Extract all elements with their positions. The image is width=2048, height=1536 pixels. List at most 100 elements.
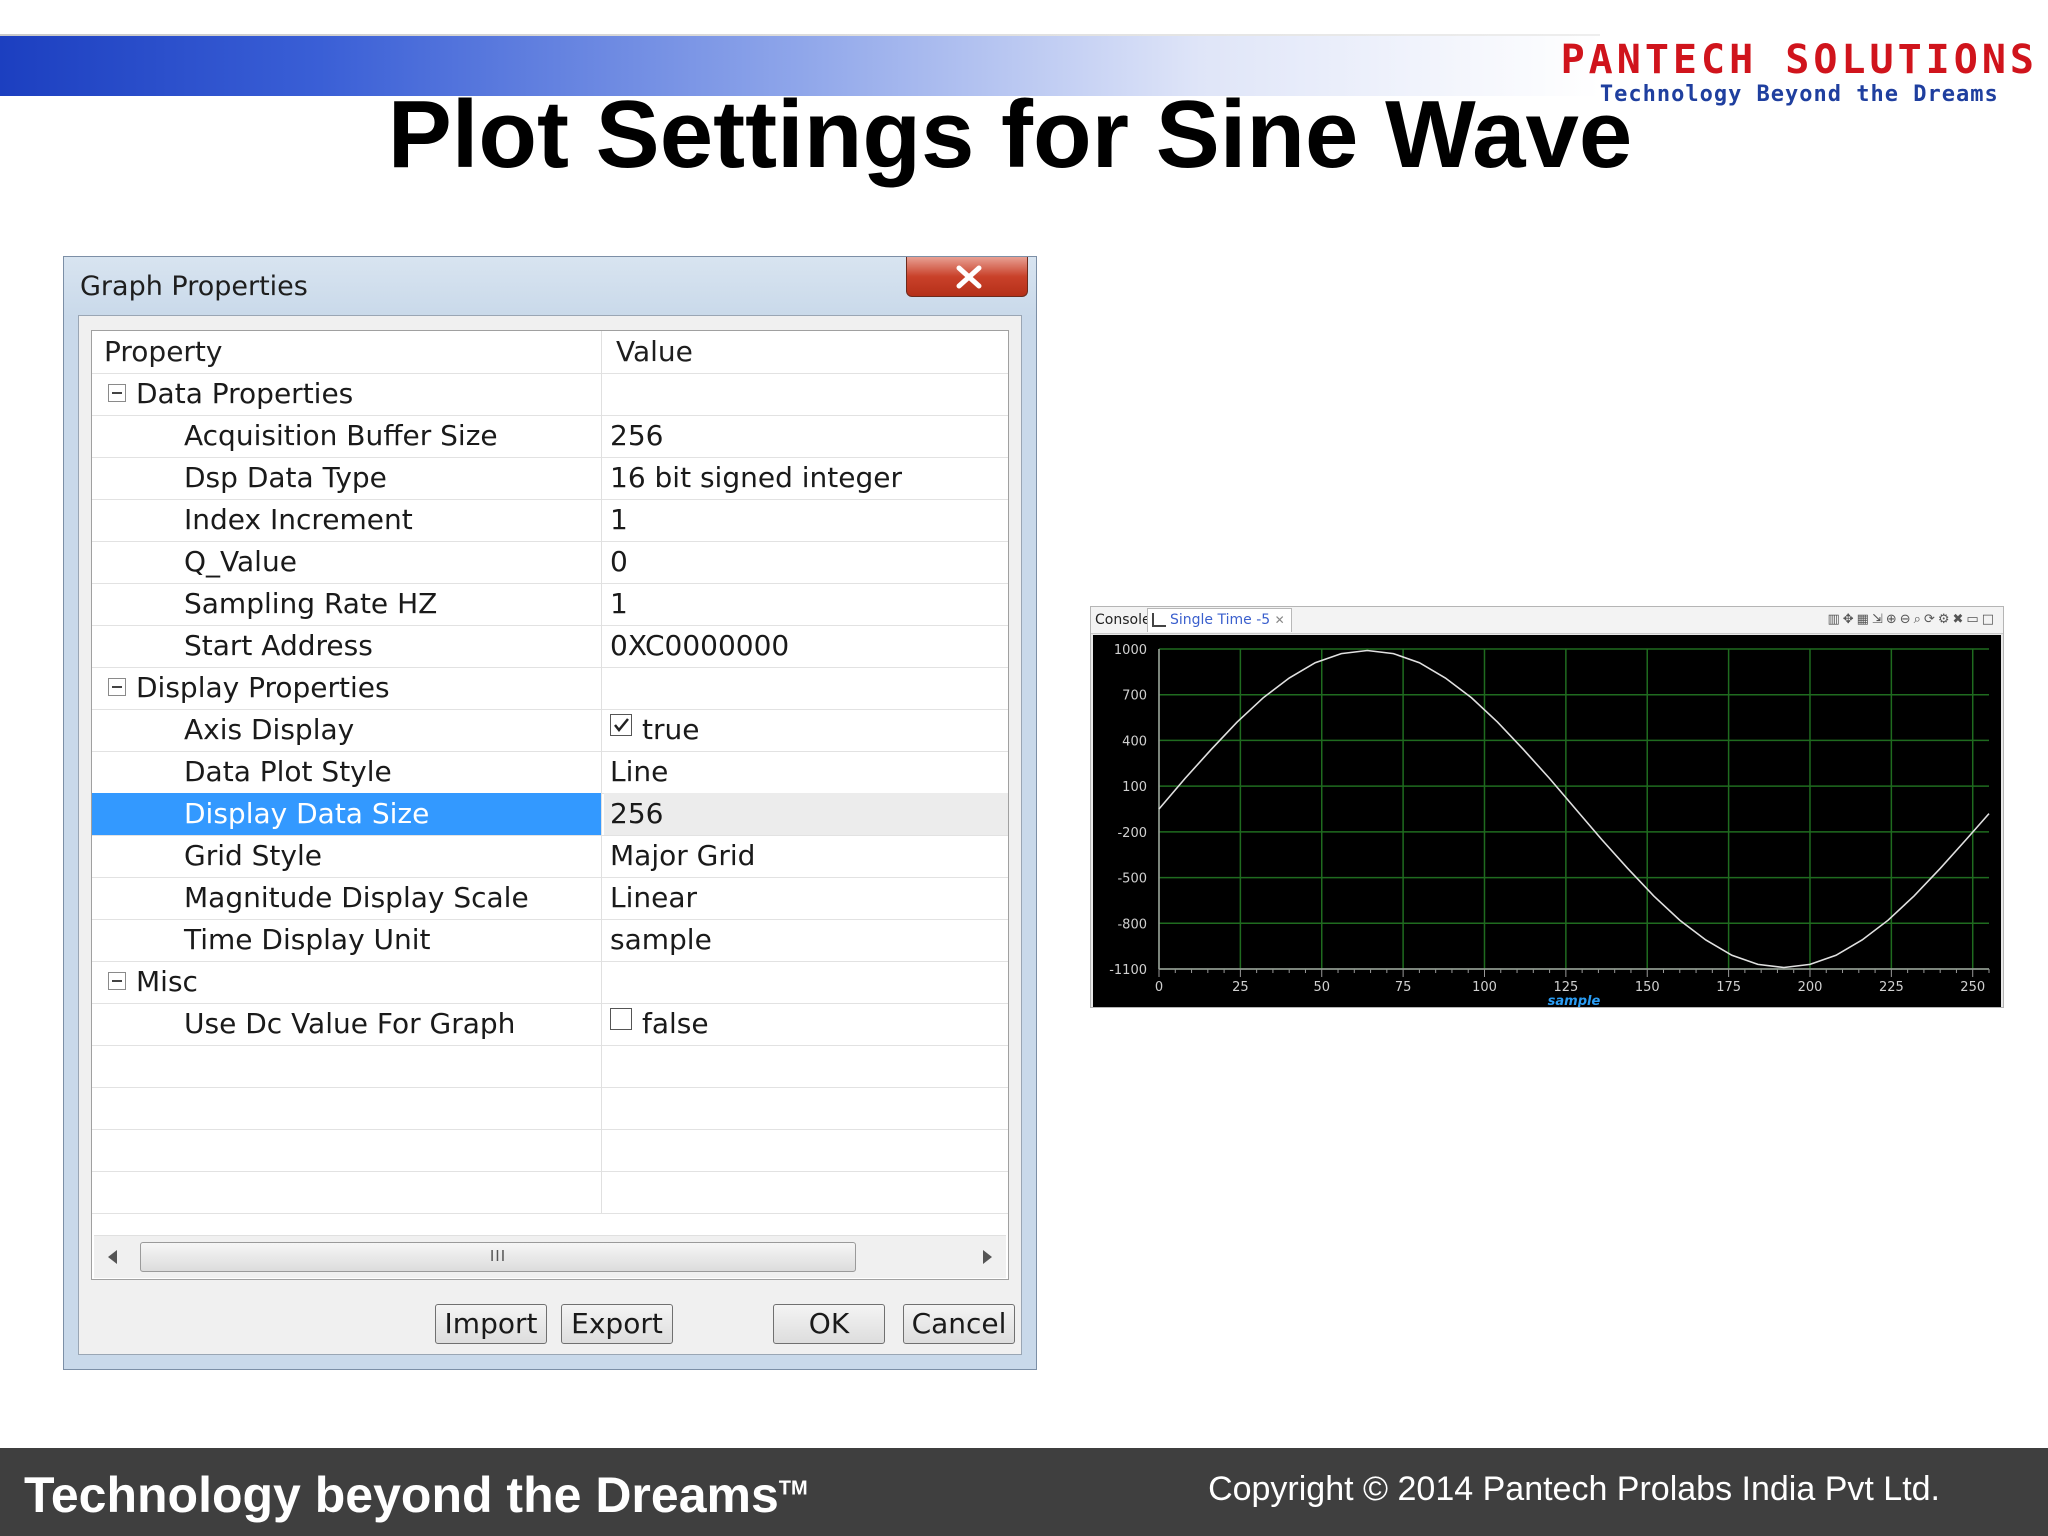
property-value[interactable] <box>604 961 1008 1003</box>
settings-icon[interactable]: ⚙ <box>1938 612 1953 627</box>
collapse-icon[interactable] <box>108 384 126 402</box>
layout-icon[interactable]: ▥ <box>1827 612 1842 627</box>
property-group-cell: Misc <box>92 961 602 1003</box>
ok-button[interactable]: OK <box>773 1304 885 1344</box>
property-row[interactable]: Display Data Size 256 <box>92 793 1008 836</box>
close-button[interactable] <box>906 257 1028 297</box>
property-row[interactable]: Dsp Data Type 16 bit signed integer <box>92 457 1008 500</box>
property-value[interactable]: 1 <box>604 499 1008 541</box>
plot-canvas: 0 25 50 75 100 125 150 175 200 225 250 1000 700 400 10… <box>1093 635 2001 1009</box>
minimize-icon[interactable]: ▭ <box>1966 612 1981 627</box>
property-row[interactable]: Sampling Rate HZ 1 <box>92 583 1008 626</box>
property-value-checkbox[interactable]: false <box>604 1003 1008 1045</box>
property-value[interactable]: 0XC0000000 <box>604 625 1008 667</box>
property-row[interactable]: Magnitude Display Scale Linear <box>92 877 1008 920</box>
property-value[interactable]: Linear <box>604 877 1008 919</box>
export-button[interactable]: Export <box>561 1304 673 1344</box>
tab-console[interactable]: Console <box>1093 609 1153 631</box>
property-group-row[interactable]: Misc <box>92 961 1008 1004</box>
property-value-text: false <box>642 1007 709 1040</box>
property-row[interactable]: Index Increment 1 <box>92 499 1008 542</box>
y-tick-label: -1100 <box>1109 963 1147 978</box>
x-tick-label: 75 <box>1395 980 1412 995</box>
empty-cell <box>92 1045 602 1087</box>
y-tick-label: -200 <box>1117 826 1147 841</box>
property-name: Q_Value <box>92 541 602 583</box>
scroll-left-arrow-icon[interactable] <box>108 1250 117 1264</box>
maximize-icon[interactable]: □ <box>1982 612 1997 627</box>
empty-cell <box>92 1087 602 1129</box>
grid-icon[interactable]: ▦ <box>1857 612 1872 627</box>
refresh-icon[interactable]: ⟳ <box>1924 612 1938 627</box>
graph-icon <box>1152 613 1166 627</box>
logo-brand: PANTECH SOLUTIONS <box>1560 37 2038 83</box>
pin-icon[interactable]: ✖ <box>1953 612 1967 627</box>
property-row[interactable]: Acquisition Buffer Size 256 <box>92 415 1008 458</box>
checked-checkbox-icon[interactable] <box>610 714 632 736</box>
cancel-button[interactable]: Cancel <box>903 1304 1015 1344</box>
sine-wave-chart: 0 25 50 75 100 125 150 175 200 225 250 1000 700 400 10… <box>1109 643 1990 1009</box>
move-icon[interactable]: ✥ <box>1843 612 1857 627</box>
dialog-title: Graph Properties <box>80 271 308 302</box>
plot-tab-bar: Console Single Time -5 ✕ ▥✥▦⇲⊕⊖⌕⟳⚙✖▭□ <box>1091 607 2003 634</box>
y-tick-label: -500 <box>1117 872 1147 887</box>
property-value[interactable] <box>604 373 1008 415</box>
zoom-fit-icon[interactable]: ⌕ <box>1914 612 1924 627</box>
property-row[interactable]: Start Address 0XC0000000 <box>92 625 1008 668</box>
graph-properties-dialog: Graph Properties Property Value Data Pro… <box>63 256 1037 1370</box>
property-row[interactable]: Time Display Unit sample <box>92 919 1008 962</box>
property-row[interactable]: Axis Display true <box>92 709 1008 752</box>
unchecked-checkbox-icon[interactable] <box>610 1008 632 1030</box>
plot-view-panel: Console Single Time -5 ✕ ▥✥▦⇲⊕⊖⌕⟳⚙✖▭□ 0 2… <box>1090 606 2004 1009</box>
property-value-checkbox[interactable]: true <box>604 709 1008 751</box>
property-row[interactable]: Q_Value 0 <box>92 541 1008 584</box>
property-value[interactable]: 256 <box>604 415 1008 457</box>
column-header-property[interactable]: Property <box>92 331 602 373</box>
tab-single-time[interactable]: Single Time -5 ✕ <box>1147 608 1292 632</box>
property-value[interactable]: Line <box>604 751 1008 793</box>
property-name: Use Dc Value For Graph <box>92 1003 602 1045</box>
collapse-icon[interactable] <box>108 678 126 696</box>
empty-cell <box>92 1129 602 1171</box>
horizontal-scrollbar[interactable]: III <box>94 1235 1006 1278</box>
property-value[interactable]: Major Grid <box>604 835 1008 877</box>
property-group-row[interactable]: Data Properties <box>92 373 1008 416</box>
property-value-text: true <box>642 713 700 746</box>
property-name: Acquisition Buffer Size <box>92 415 602 457</box>
footer-tagline: Technology beyond the DreamsTM <box>24 1466 808 1524</box>
property-value[interactable]: 16 bit signed integer <box>604 457 1008 499</box>
property-value[interactable]: 0 <box>604 541 1008 583</box>
footer-copyright: Copyright © 2014 Pantech Prolabs India P… <box>1208 1470 1940 1508</box>
property-row[interactable]: Data Plot Style Line <box>92 751 1008 794</box>
property-group-cell: Data Properties <box>92 373 602 415</box>
property-group-row[interactable]: Display Properties <box>92 667 1008 710</box>
cursor-icon[interactable]: ⇲ <box>1872 612 1886 627</box>
x-tick-label: 225 <box>1879 980 1904 995</box>
collapse-icon[interactable] <box>108 972 126 990</box>
empty-grid-row <box>92 1171 1008 1214</box>
property-name: Data Plot Style <box>92 751 602 793</box>
property-value[interactable]: 256 <box>604 793 1008 835</box>
grid-header-row: Property Value <box>92 331 1008 374</box>
property-row[interactable]: Grid Style Major Grid <box>92 835 1008 878</box>
column-header-value[interactable]: Value <box>604 331 1008 373</box>
property-value[interactable] <box>604 667 1008 709</box>
scroll-right-arrow-icon[interactable] <box>983 1250 992 1264</box>
plot-toolbar: ▥✥▦⇲⊕⊖⌕⟳⚙✖▭□ <box>1827 612 1997 628</box>
property-name: Grid Style <box>92 835 602 877</box>
slide-title: Plot Settings for Sine Wave <box>0 80 2048 190</box>
property-value[interactable]: sample <box>604 919 1008 961</box>
empty-grid-row <box>92 1045 1008 1088</box>
scroll-thumb[interactable]: III <box>140 1242 856 1272</box>
sine-wave-line <box>1158 649 1990 969</box>
x-tick-label: 125 <box>1553 980 1578 995</box>
zoom-in-icon[interactable]: ⊕ <box>1886 612 1900 627</box>
import-button[interactable]: Import <box>435 1304 547 1344</box>
x-axis-label: sample <box>1548 994 1601 1007</box>
x-tick-label: 25 <box>1232 980 1249 995</box>
property-row[interactable]: Use Dc Value For Graph false <box>92 1003 1008 1046</box>
zoom-out-icon[interactable]: ⊖ <box>1900 612 1914 627</box>
x-tick-label: 0 <box>1155 980 1163 995</box>
property-value[interactable]: 1 <box>604 583 1008 625</box>
tab-close-icon[interactable]: ✕ <box>1275 613 1285 627</box>
